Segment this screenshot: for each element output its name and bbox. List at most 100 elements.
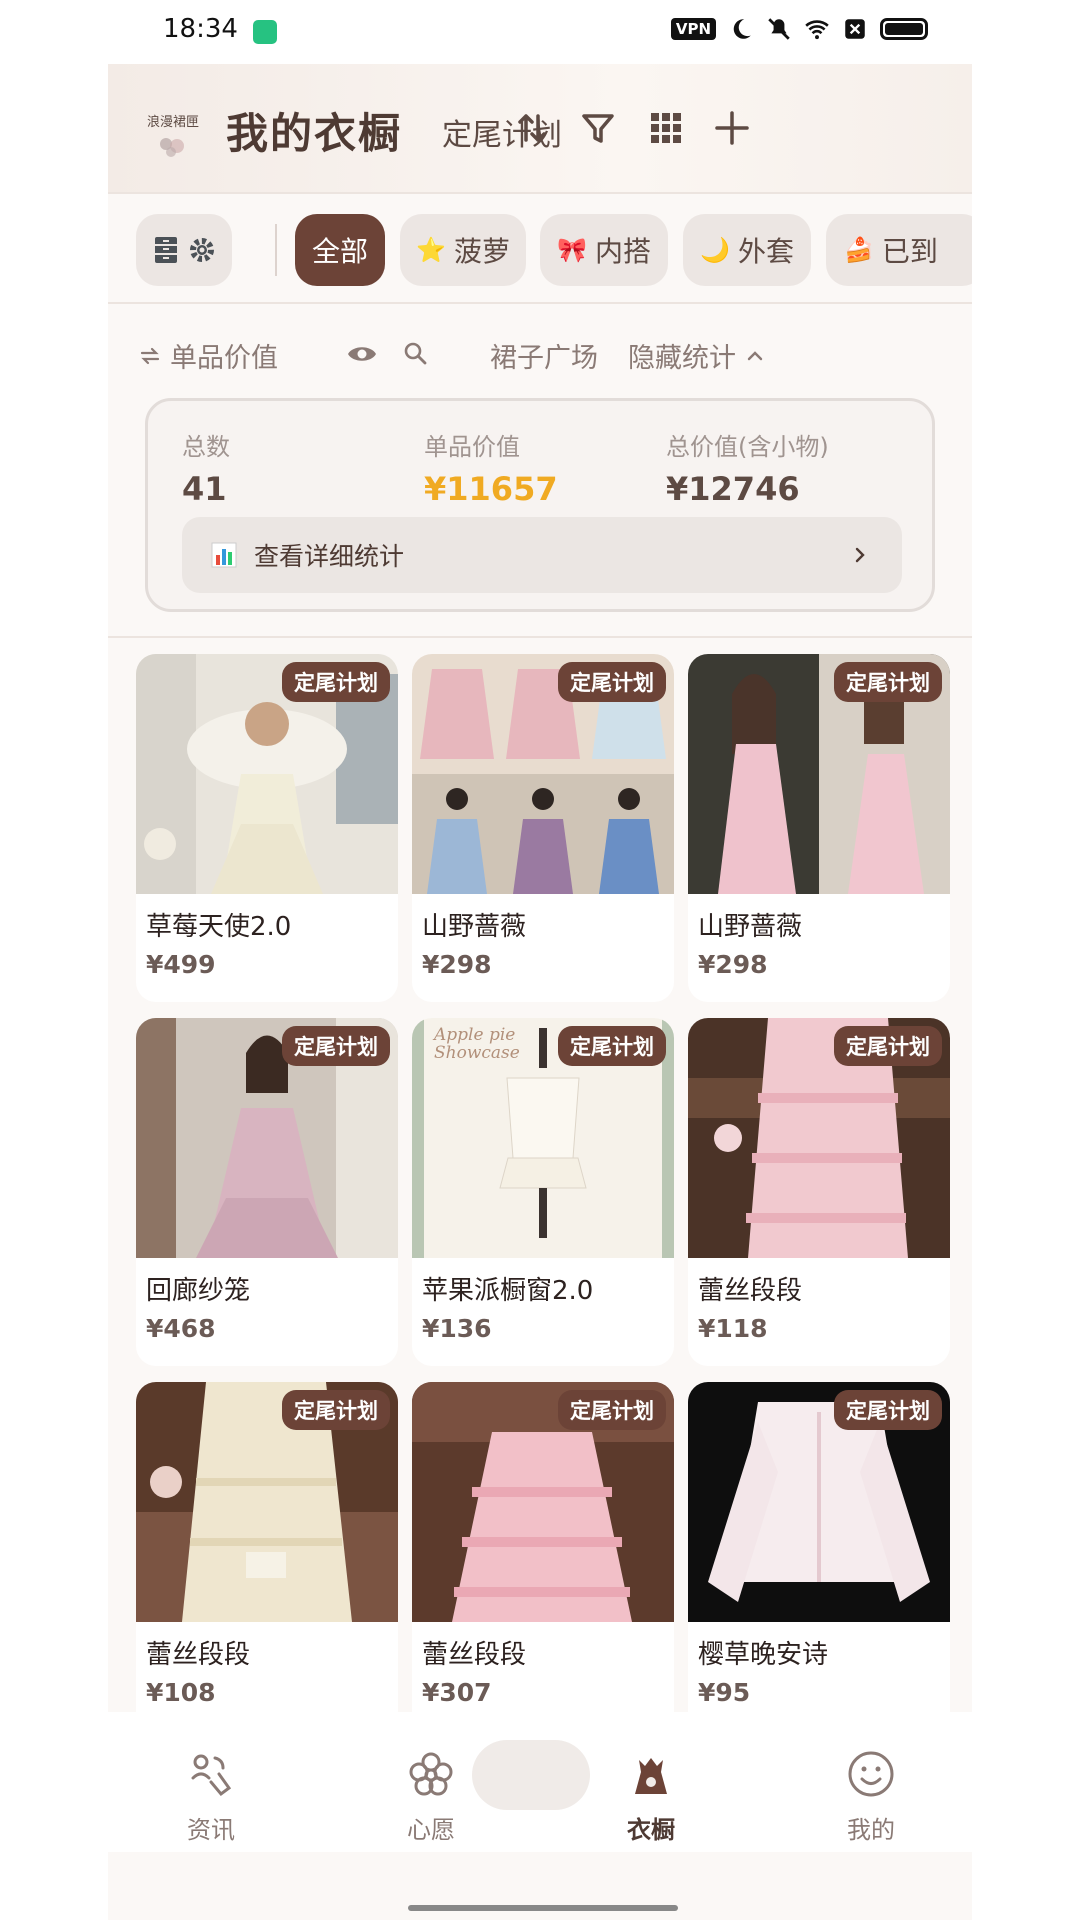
nav-label: 资讯 [187,1816,235,1844]
top-app-bar: 浪漫裙匣 我的衣橱 定尾计划 [108,64,972,194]
nav-profile[interactable]: 我的 [796,1748,946,1845]
stat-value: 41 [182,470,227,508]
swap-icon [140,347,160,364]
dress-price: ¥136 [422,1314,492,1343]
dress-name: 樱草晚安诗 [698,1640,829,1670]
dress-card[interactable]: 定尾计划 蕾丝段段 ¥307 [412,1382,674,1714]
home-indicator[interactable] [408,1905,678,1911]
filter-icon[interactable] [578,108,618,148]
moon-icon [733,19,751,39]
battery-saver-icon [253,20,277,44]
plaza-label: 裙子广场 [490,343,598,374]
stat-value: ¥11657 [424,470,558,508]
dress-card[interactable]: 定尾计划 蕾丝段段 ¥108 [136,1382,398,1714]
chip-label: 内搭 [594,235,651,268]
chip-arrived[interactable]: 🍰 已到 [826,214,972,286]
eye-icon[interactable] [346,340,378,368]
sort-by-value-button[interactable]: 单品价值 [138,336,278,375]
dress-price: ¥95 [698,1678,751,1707]
status-badge: 定尾计划 [834,1390,942,1430]
dress-card[interactable]: 定尾计划 山野蔷薇 ¥298 [412,654,674,1002]
chip-pineapple[interactable]: ⭐ 菠萝 [400,214,526,286]
nav-news[interactable]: 资讯 [136,1748,286,1845]
dress-card[interactable]: 定尾计划 回廊纱笼 ¥468 [136,1018,398,1366]
dress-card[interactable]: 定尾计划 山野蔷薇 ¥298 [688,654,950,1002]
smile-icon [848,1751,894,1797]
nav-label: 衣橱 [627,1816,675,1844]
status-badge: 定尾计划 [282,1390,390,1430]
wifi-icon [805,20,829,40]
dress-card[interactable]: Apple pie Showcase 定尾计划 苹果派橱窗2.0 ¥136 [412,1018,674,1366]
status-badge: 定尾计划 [282,1026,390,1066]
ribbon-icon: 🎀 [557,236,587,264]
search-icon[interactable] [402,340,430,368]
dress-price: ¥468 [146,1314,216,1343]
stats-card: 总数 41 单品价值 ¥11657 总价值(含小物) ¥12746 查看详细统计 [145,398,935,612]
crown-dress-icon [635,1758,667,1794]
category-chips: 全部 ⭐ 菠萝 🎀 内搭 🌙 外套 🍰 已到 [108,194,972,304]
chip-label: 已到 [881,235,938,268]
chip-outerwear[interactable]: 🌙 外套 [683,214,811,286]
status-badge: 定尾计划 [558,1390,666,1430]
dress-name: 蕾丝段段 [146,1640,251,1670]
add-icon[interactable] [712,108,752,148]
dress-price: ¥118 [698,1314,768,1343]
stat-total-value: 总价值(含小物) ¥12746 [666,427,829,508]
svg-text:浪漫裙匣: 浪漫裙匣 [147,115,199,130]
dress-name: 苹果派橱窗2.0 [422,1276,594,1306]
svg-text:Showcase: Showcase [434,1043,520,1063]
hide-stats-toggle[interactable]: 隐藏统计 [628,336,766,375]
svg-text:Apple pie: Apple pie [432,1025,515,1045]
sort-label: 单品价值 [170,343,278,374]
grid-view-icon[interactable] [646,108,686,148]
chevron-up-icon [747,350,763,360]
dress-price: ¥108 [146,1678,216,1707]
dress-name: 山野蔷薇 [422,912,527,942]
dress-card[interactable]: 定尾计划 草莓天使2.0 ¥499 [136,654,398,1002]
view-detail-stats-button[interactable]: 查看详细统计 [182,517,902,593]
stat-total: 总数 41 [182,427,230,508]
stats-toolbar: 单品价值 裙子广场 隐藏统计 [108,324,972,384]
status-badge: 定尾计划 [558,1026,666,1066]
flower-icon [409,1752,453,1796]
page-title: 我的衣橱 [226,109,403,158]
moon-icon: 🌙 [700,236,730,264]
chip-inner[interactable]: 🎀 内搭 [540,214,668,286]
news-icon [191,1754,232,1797]
skirt-plaza-link[interactable]: 裙子广场 [490,336,598,375]
dress-price: ¥307 [422,1678,492,1707]
dress-price: ¥298 [422,950,492,979]
nav-wishlist[interactable]: 心愿 [356,1748,506,1845]
mute-icon [768,18,790,40]
status-badge: 定尾计划 [834,662,942,702]
dress-name: 山野蔷薇 [698,912,803,942]
wardrobe-grid: 定尾计划 草莓天使2.0 ¥499 定尾计划 山野蔷薇 ¥298 定尾计划 山野… [136,654,950,1714]
dress-name: 回廊纱笼 [146,1276,251,1306]
dress-card[interactable]: 定尾计划 樱草晚安诗 ¥95 [688,1382,950,1714]
status-badge: 定尾计划 [834,1026,942,1066]
hide-stats-label: 隐藏统计 [628,343,736,374]
dress-card[interactable]: 定尾计划 蕾丝段段 ¥118 [688,1018,950,1366]
chevron-right-icon [855,547,865,563]
battery-icon [880,18,928,40]
chip-all[interactable]: 全部 [295,214,385,286]
chip-label: 全部 [311,235,368,268]
no-sim-icon [845,19,865,39]
nav-label: 心愿 [407,1816,455,1844]
star-icon: ⭐ [416,236,446,264]
nav-wardrobe[interactable]: 衣橱 [576,1748,726,1845]
chip-label: 菠萝 [453,235,510,268]
stat-item-value: 单品价值 ¥11657 [424,427,558,508]
cabinet-icon [155,237,177,263]
wardrobe-settings-chip[interactable] [136,214,232,286]
detail-label: 查看详细统计 [254,542,405,571]
dress-name: 草莓天使2.0 [146,912,292,942]
brand-logo: 浪漫裙匣 [147,115,199,157]
stat-label: 总数 [182,433,230,461]
gear-icon [190,238,214,262]
bar-chart-icon [211,542,237,568]
sort-icon[interactable] [512,108,552,148]
chip-separator [275,224,277,276]
chip-label: 外套 [737,235,794,268]
dress-price: ¥499 [146,950,216,979]
